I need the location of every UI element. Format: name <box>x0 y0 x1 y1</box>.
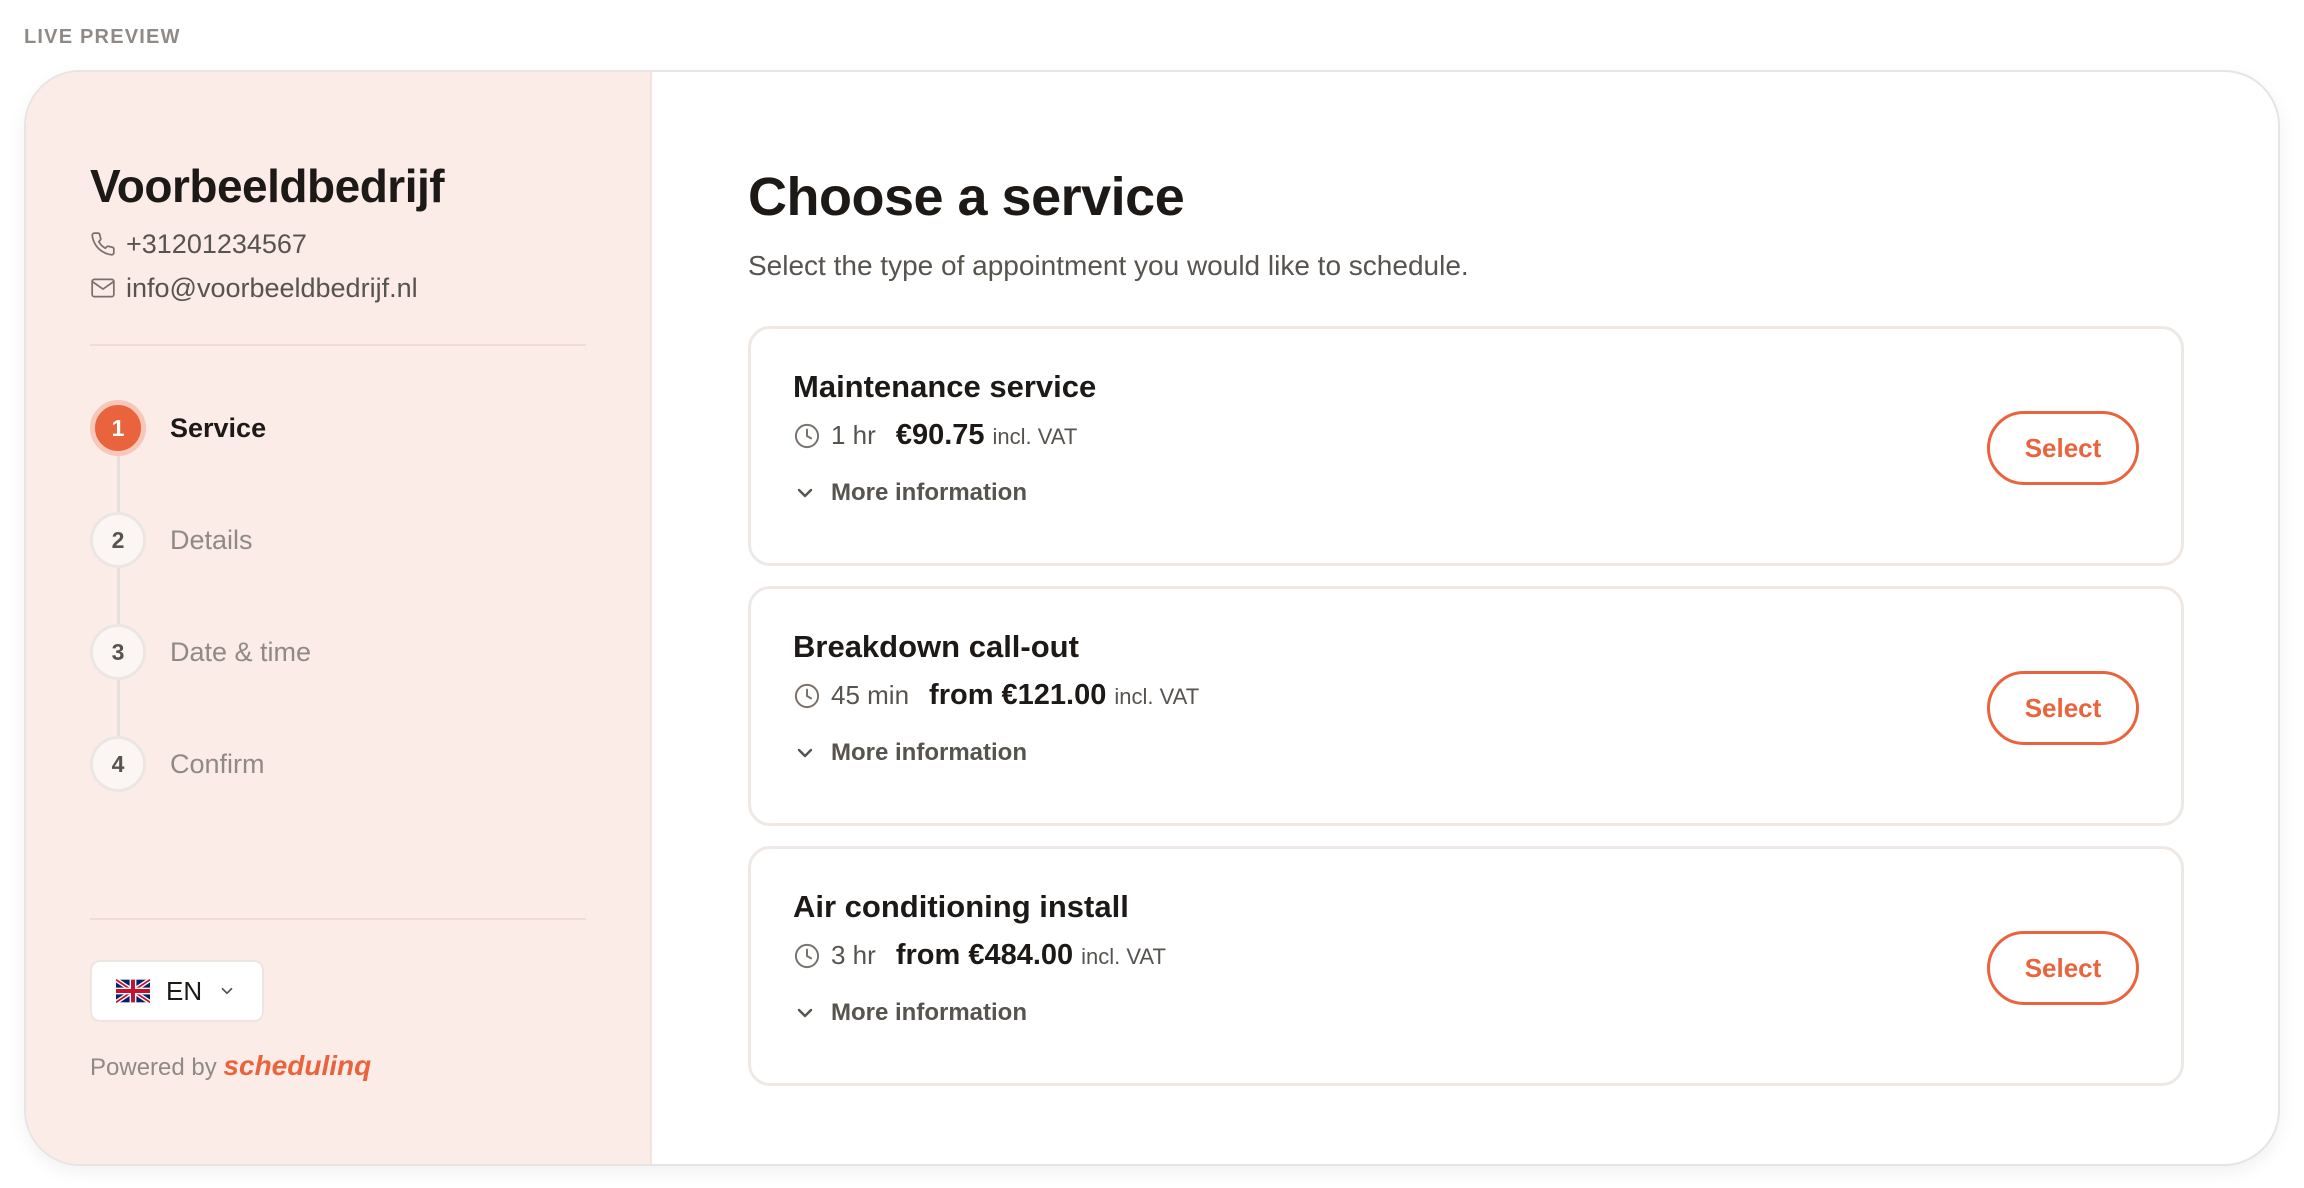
step-date-time: 3 Date & time <box>90 624 586 680</box>
service-name: Breakdown call-out <box>793 629 1079 664</box>
select-button[interactable]: Select <box>1987 931 2139 1005</box>
service-price: from €121.00 <box>929 679 1107 711</box>
language-selector[interactable]: EN <box>90 960 264 1022</box>
uk-flag-icon <box>116 979 150 1003</box>
more-information-label: More information <box>831 999 1027 1026</box>
vat-note: incl. VAT <box>1081 944 1166 969</box>
service-price: €90.75 <box>895 419 985 451</box>
more-information-toggle[interactable]: More information <box>793 479 2181 507</box>
service-duration: 1 hr <box>831 420 876 450</box>
select-button[interactable]: Select <box>1987 671 2139 745</box>
page-title: Choose a service <box>748 167 1185 227</box>
chevron-down-icon <box>221 987 233 995</box>
step-confirm: 4 Confirm <box>90 736 586 792</box>
step-label: Details <box>170 524 253 555</box>
phone-icon <box>91 232 115 256</box>
step-label: Date & time <box>170 636 312 667</box>
step-label: Service <box>170 412 267 443</box>
vat-note: incl. VAT <box>1114 684 1200 709</box>
chevron-down-icon <box>797 1008 813 1018</box>
service-price: from €484.00 <box>895 939 1074 971</box>
service-meta: 45 min from €121.00 incl. VAT <box>793 679 2181 713</box>
service-meta: 1 hr €90.75 incl. VAT <box>793 419 2181 453</box>
step-list: 1 Service 2 Details 3 Date & time 4 Conf… <box>90 400 586 792</box>
live-preview-label: LIVE PREVIEW <box>24 26 181 48</box>
step-connector <box>117 680 120 736</box>
step-details: 2 Details <box>90 512 586 568</box>
select-button[interactable]: Select <box>1987 411 2139 485</box>
chevron-down-icon <box>797 748 813 758</box>
more-information-toggle[interactable]: More information <box>793 999 2181 1027</box>
service-card: Breakdown call-out 45 min from €121.00 i… <box>748 586 2184 826</box>
sidebar-footer-divider <box>90 918 586 920</box>
sidebar: Voorbeeldbedrijf +31201234567 info@voorb… <box>26 72 652 1164</box>
powered-by-text: Powered by <box>90 1054 217 1081</box>
service-duration: 3 hr <box>831 940 876 970</box>
company-name: Voorbeeldbedrijf <box>90 160 445 212</box>
main-content: Choose a service Select the type of appo… <box>652 72 2278 1164</box>
step-connector <box>117 456 120 512</box>
page-subtitle: Select the type of appointment you would… <box>748 250 1469 281</box>
sidebar-divider <box>90 344 586 346</box>
clock-icon <box>794 423 820 449</box>
service-duration: 45 min <box>831 680 910 710</box>
more-information-toggle[interactable]: More information <box>793 739 2181 767</box>
more-information-label: More information <box>831 479 1027 506</box>
phone-number[interactable]: +31201234567 <box>126 229 307 260</box>
step-number: 2 <box>90 512 146 568</box>
step-service: 1 Service <box>90 400 586 456</box>
more-information-label: More information <box>831 739 1027 766</box>
clock-icon <box>794 683 820 709</box>
booking-widget: Voorbeeldbedrijf +31201234567 info@voorb… <box>24 70 2280 1166</box>
phone-row: +31201234567 <box>90 226 586 262</box>
chevron-down-icon <box>797 488 813 498</box>
service-name: Maintenance service <box>793 369 1097 404</box>
email-address[interactable]: info@voorbeeldbedrijf.nl <box>126 273 418 304</box>
vat-note: incl. VAT <box>992 424 1078 449</box>
clock-icon <box>794 943 820 969</box>
service-name: Air conditioning install <box>793 889 1129 924</box>
brand-logo[interactable]: schedulinq <box>223 1050 371 1081</box>
step-number: 3 <box>90 624 146 680</box>
email-row: info@voorbeeldbedrijf.nl <box>90 270 586 306</box>
service-list: Maintenance service 1 hr €90.75 incl. VA… <box>748 326 2184 1086</box>
powered-by: Powered by schedulinq <box>90 1050 371 1082</box>
mail-icon <box>91 278 115 298</box>
service-meta: 3 hr from €484.00 incl. VAT <box>793 939 2181 973</box>
step-connector <box>117 568 120 624</box>
service-card: Maintenance service 1 hr €90.75 incl. VA… <box>748 326 2184 566</box>
language-code: EN <box>166 975 203 1006</box>
step-number: 4 <box>90 736 146 792</box>
step-number: 1 <box>90 400 146 456</box>
step-label: Confirm <box>170 748 265 779</box>
service-card: Air conditioning install 3 hr from €484.… <box>748 846 2184 1086</box>
